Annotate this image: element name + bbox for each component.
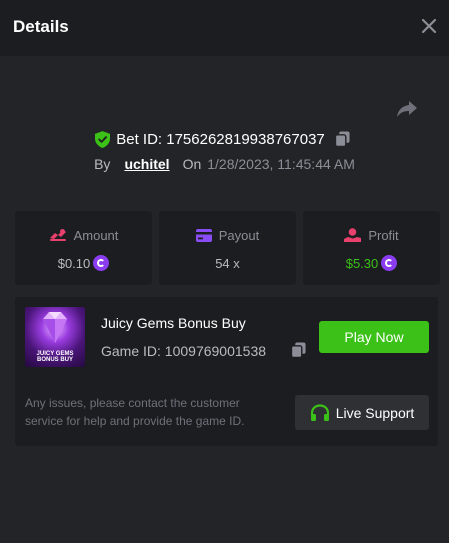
- profit-icon: [344, 227, 362, 242]
- bet-id-text: Bet ID: 1756262819938767037: [116, 130, 325, 148]
- copy-icon[interactable]: [334, 131, 350, 147]
- game-thumbnail[interactable]: JUICY GEMS BONUS BUY: [25, 307, 85, 367]
- card-icon: [195, 228, 212, 242]
- copy-icon[interactable]: [291, 342, 306, 358]
- username-link[interactable]: uchitel: [124, 156, 169, 172]
- profit-card: Profit $5.30: [303, 211, 440, 285]
- by-label: By: [94, 156, 111, 172]
- amount-icon: [49, 229, 66, 241]
- profit-label: Profit: [368, 227, 399, 243]
- live-support-button[interactable]: Live Support: [295, 395, 429, 430]
- coin-icon: [93, 255, 110, 271]
- modal-title: Details: [13, 17, 69, 36]
- bet-id-row: Bet ID: 1756262819938767037: [0, 129, 449, 149]
- close-icon[interactable]: [417, 14, 441, 38]
- amount-card: Amount $0.10: [15, 211, 152, 285]
- gem-icon: [43, 312, 67, 343]
- on-label: On: [182, 156, 202, 172]
- payout-label: Payout: [218, 227, 260, 243]
- game-id: Game ID: 1009769001538: [101, 343, 267, 359]
- game-thumbnail-text: JUICY GEMS BONUS BUY: [36, 351, 74, 363]
- game-name: Juicy Gems Bonus Buy: [101, 315, 246, 331]
- live-support-label: Live Support: [335, 404, 415, 421]
- headset-icon: [310, 403, 329, 421]
- payout-value: 54 x: [215, 255, 240, 271]
- payout-card: Payout 54 x: [159, 211, 296, 285]
- profit-value: $5.30: [345, 255, 379, 271]
- game-panel: JUICY GEMS BONUS BUY Juicy Gems Bonus Bu…: [15, 297, 438, 446]
- modal-header: Details: [0, 0, 449, 56]
- bet-author-row: By uchitel On 1/28/2023, 11:45:44 AM: [0, 154, 449, 174]
- coin-icon: [381, 255, 398, 271]
- share-icon[interactable]: [395, 96, 419, 120]
- bet-datetime: 1/28/2023, 11:45:44 AM: [207, 156, 355, 172]
- shield-check-icon: [95, 130, 111, 148]
- play-now-button[interactable]: Play Now: [319, 321, 429, 353]
- support-hint-text: Any issues, please contact the customer …: [25, 396, 245, 428]
- amount-label: Amount: [73, 227, 119, 243]
- amount-value: $0.10: [57, 255, 91, 271]
